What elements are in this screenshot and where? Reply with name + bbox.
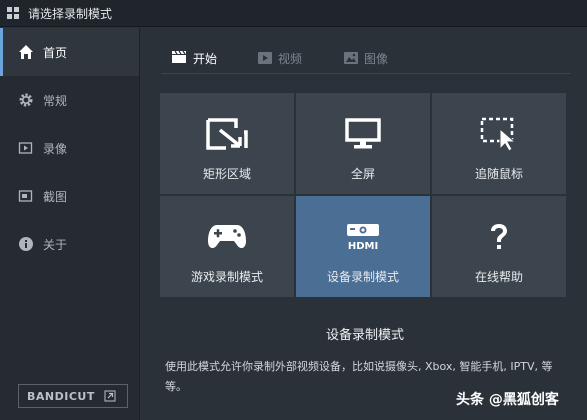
- mode-label: 矩形区域: [202, 167, 251, 181]
- sidebar-item-video[interactable]: 录像: [0, 124, 139, 172]
- sidebar-item-label: 首页: [43, 45, 68, 60]
- mode-grid: 矩形区域 全屏 追随鼠标 游戏录制模式 HDMI 设备录制模式 在线帮助: [160, 93, 570, 297]
- description-title: 设备录制模式: [325, 328, 404, 343]
- watermark: 头条 @黑狐创客: [456, 392, 559, 408]
- mode-fullscreen[interactable]: 全屏: [296, 93, 430, 194]
- mode-follow-mouse[interactable]: 追随鼠标: [432, 93, 566, 194]
- mode-rectangle-area[interactable]: 矩形区域: [160, 93, 294, 194]
- home-icon: [18, 44, 34, 60]
- sidebar-item-screenshot[interactable]: 截图: [0, 172, 139, 220]
- sidebar-item-label: 关于: [43, 237, 68, 252]
- tab-video[interactable]: 视频: [258, 48, 302, 68]
- window-title: 请选择录制模式: [28, 6, 113, 21]
- image-icon: [344, 49, 358, 68]
- monitor-icon: [345, 116, 381, 152]
- sidebar-item-label: 常规: [43, 93, 68, 108]
- tab-image[interactable]: 图像: [344, 48, 388, 68]
- app-menu-icon[interactable]: [7, 7, 19, 19]
- tab-label: 图像: [364, 51, 389, 66]
- mode-label: 在线帮助: [474, 270, 523, 284]
- svg-text:HDMI: HDMI: [348, 241, 378, 252]
- tab-start[interactable]: 开始: [171, 48, 217, 68]
- brand-label: BANDICUT: [27, 389, 95, 403]
- sidebar-item-label: 录像: [43, 141, 68, 156]
- cursor-icon: [480, 116, 518, 152]
- clapper-icon: [171, 49, 187, 68]
- gamepad-icon: [207, 219, 247, 255]
- sidebar-item-home[interactable]: 首页: [0, 28, 139, 76]
- mode-label: 全屏: [350, 167, 375, 181]
- hdmi-device-icon: HDMI: [344, 219, 382, 255]
- mode-label: 追随鼠标: [474, 167, 523, 181]
- question-icon: [487, 219, 511, 255]
- video-icon: [18, 140, 34, 156]
- title-bar: 请选择录制模式: [0, 0, 587, 27]
- rectangle-area-icon: [206, 116, 248, 152]
- bandicut-button[interactable]: BANDICUT: [18, 384, 128, 408]
- screenshot-icon: [18, 188, 34, 204]
- external-link-icon: [104, 387, 116, 406]
- mode-label: 游戏录制模式: [190, 270, 263, 284]
- sidebar-item-label: 截图: [43, 189, 68, 204]
- info-icon: [18, 236, 34, 252]
- sidebar-item-about[interactable]: 关于: [0, 220, 139, 268]
- mode-device-recording[interactable]: HDMI 设备录制模式: [296, 196, 430, 297]
- sidebar-item-general[interactable]: 常规: [0, 76, 139, 124]
- play-icon: [258, 49, 272, 68]
- mode-label: 设备录制模式: [326, 270, 399, 284]
- tab-bar: 开始 视频 图像: [161, 44, 571, 74]
- tab-label: 开始: [193, 51, 218, 66]
- mode-online-help[interactable]: 在线帮助: [432, 196, 566, 297]
- mode-game-recording[interactable]: 游戏录制模式: [160, 196, 294, 297]
- gear-icon: [18, 92, 34, 108]
- sidebar: 首页 常规 录像 截图 关于: [0, 28, 140, 420]
- tab-label: 视频: [278, 51, 303, 66]
